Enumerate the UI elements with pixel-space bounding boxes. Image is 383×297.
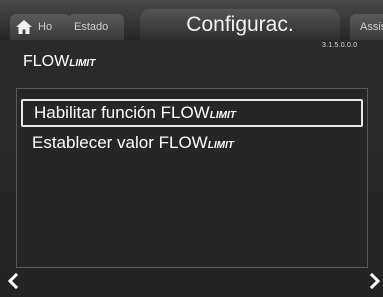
tab-estado[interactable]: Estado — [68, 14, 124, 40]
list-item-enable-flowlimit[interactable]: Habilitar función FLOWLIMIT — [21, 99, 363, 127]
page-title-suffix: LIMIT — [69, 58, 96, 69]
list-item-label-suffix: LIMIT — [207, 140, 234, 151]
list-item-label: Habilitar función FLOW — [34, 103, 210, 122]
tab-configuracion[interactable]: Configurac. — [140, 9, 340, 40]
tab-configuracion-label: Configurac. — [186, 13, 294, 36]
list-item-label-suffix: LIMIT — [209, 110, 236, 121]
tab-home-label: Ho — [38, 21, 53, 33]
tab-bar: Ho Estado Configurac. Assis — [0, 0, 383, 40]
chevron-right-icon[interactable] — [368, 272, 382, 290]
grundfos-display: Ho Estado Configurac. Assis 3.1.5.0.0.0 … — [0, 0, 383, 297]
page-title: FLOWLIMIT — [23, 53, 95, 71]
menu-list: Habilitar función FLOWLIMIT Establecer v… — [16, 88, 368, 268]
tab-assist-label: Assis — [360, 21, 383, 33]
tab-home[interactable]: Ho — [10, 14, 70, 40]
menu-number: 3.1.5.0.0.0 — [322, 42, 358, 49]
tab-estado-label: Estado — [74, 21, 109, 33]
list-item-set-flowlimit[interactable]: Establecer valor FLOWLIMIT — [21, 129, 363, 157]
home-icon — [16, 20, 32, 34]
list-item-label: Establecer valor FLOW — [32, 133, 208, 152]
chevron-left-icon[interactable] — [6, 272, 20, 290]
tab-assist[interactable]: Assis — [350, 14, 383, 40]
page-title-prefix: FLOW — [23, 53, 70, 70]
